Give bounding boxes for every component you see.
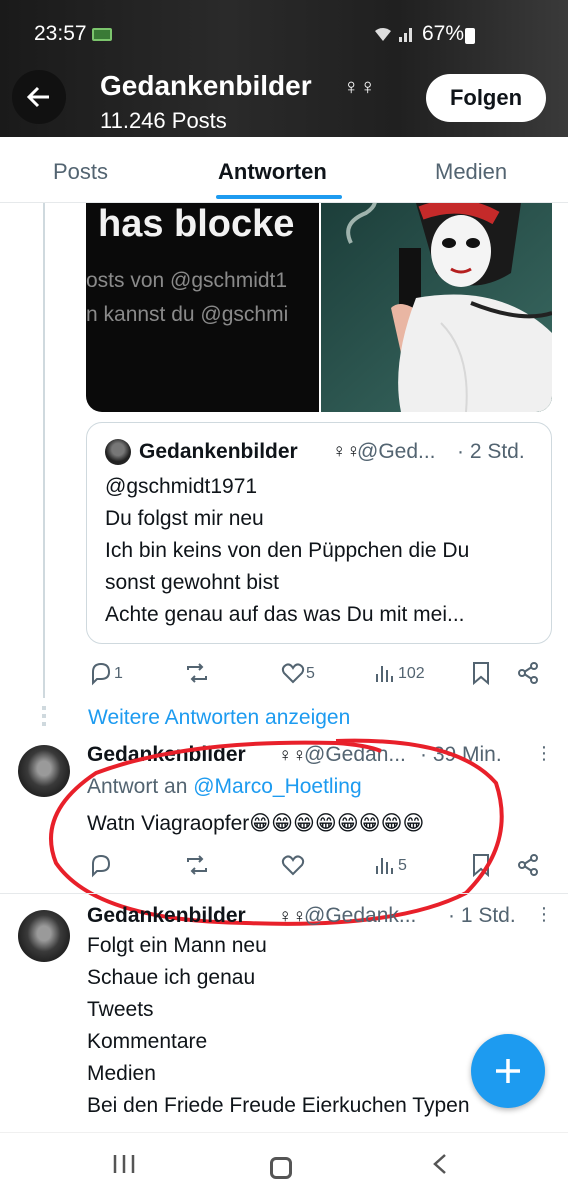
share-icon[interactable] [515,660,541,686]
author-name[interactable]: Gedankenbilder [87,743,246,767]
tweet-text-line: Folgt ein Mann neu [87,934,267,957]
tab-posts[interactable]: Posts [53,159,108,185]
author-handle[interactable]: @Gedank... [304,904,416,928]
reply-to-mention[interactable]: @Marco_Hoetling [193,775,361,798]
thread-dots [42,706,46,730]
profile-tabs: Posts Antworten Medien [0,137,568,203]
follow-button[interactable]: Folgen [426,74,546,122]
status-bar: 23:57 67% [0,0,568,60]
tab-medien[interactable]: Medien [435,159,507,185]
like-count: 5 [306,665,315,682]
media-text-line1: osts von @gschmidt1 [86,269,288,292]
like-icon[interactable] [280,660,306,686]
avatar[interactable] [18,745,70,797]
quoted-timestamp: · 2 Std. [457,440,525,463]
quoted-author-handle: @Ged... [357,440,436,463]
active-tab-indicator [216,195,342,199]
tweet-divider [0,893,568,894]
quoted-text-line: sonst gewohnt bist [105,571,279,594]
battery-percent: 67% [422,22,465,45]
reply-to-prefix: Antwort an [87,775,188,798]
more-options-icon[interactable]: ⋮ [535,904,553,925]
venus-badge-icon: ♀♀ [343,74,376,99]
recents-icon[interactable] [112,1151,136,1177]
retweet-icon[interactable] [184,660,210,686]
tweet-text-line: Medien [87,1062,156,1085]
posts-count: 11.246 Posts [100,108,227,133]
back-button[interactable] [12,70,66,124]
quoted-text-line: @gschmidt1971 [105,475,258,498]
more-options-icon[interactable]: ⋮ [535,743,553,764]
views-count: 102 [398,665,425,682]
compose-button[interactable] [471,1034,545,1108]
quoted-author-name: Gedankenbilder [139,440,298,463]
quoted-tweet[interactable]: Gedankenbilder ♀♀ @Ged... · 2 Std. @gsch… [86,422,552,644]
tweet-text: Watn Viagraopfer😁😁😁😁😁😁😁😁 [87,812,425,835]
back-chevron-icon[interactable] [430,1151,450,1177]
home-icon[interactable] [270,1157,292,1179]
venus-badge-icon: ♀♀ [278,906,307,927]
author-handle[interactable]: @Gedan... [304,743,406,767]
retweet-icon[interactable] [184,852,210,878]
avatar [105,439,131,465]
reply-icon[interactable] [88,660,114,686]
media-image-blocked-screenshot[interactable]: has blocke osts von @gschmidt1 n kannst … [86,203,319,412]
plus-icon [496,1059,520,1083]
quoted-text-line: Ich bin keins von den Püppchen die Du [105,539,470,562]
battery-saver-icon [92,28,112,41]
battery-icon [465,28,475,44]
timestamp: · 39 Min. [420,743,502,766]
views-count: 5 [398,857,407,874]
venus-badge-icon: ♀♀ [278,745,307,766]
android-nav-bar [0,1132,568,1199]
reply-to-line: Antwort an @Marco_Hoetling [87,775,362,799]
status-time: 23:57 [34,22,87,45]
tweet-text-line: Tweets [87,998,154,1021]
author-name[interactable]: Gedankenbilder [87,904,246,928]
thread-connector [43,203,45,698]
tweet-text-line: Kommentare [87,1030,208,1053]
media-image-cartoon[interactable] [321,203,552,412]
avatar[interactable] [18,910,70,962]
quoted-text-line: Achte genau auf das was Du mit mei... [105,603,465,626]
tweet-text-line: Bei den Friede Freude Eierkuchen Typen [87,1094,470,1117]
tab-antworten[interactable]: Antworten [218,159,327,185]
signal-icon [398,25,414,47]
media-text-line2: n kannst du @gschmi [86,303,289,326]
views-icon[interactable] [372,852,398,878]
profile-header-banner: 23:57 67% Gedankenbilder ♀♀ 11.246 Posts… [0,0,568,137]
media-text-big: has blocke [98,203,295,245]
profile-name: Gedankenbilder [100,70,312,101]
timestamp: · 1 Std. [448,904,516,927]
quoted-text-line: Du folgst mir neu [105,507,264,530]
arrow-left-icon [26,86,49,108]
reply-count: 1 [114,665,123,682]
bookmark-icon[interactable] [468,660,494,686]
share-icon[interactable] [515,852,541,878]
reply-icon[interactable] [88,852,114,878]
like-icon[interactable] [280,852,306,878]
views-icon[interactable] [372,660,398,686]
show-more-replies-link[interactable]: Weitere Antworten anzeigen [88,706,350,730]
bookmark-icon[interactable] [468,852,494,878]
wifi-icon [372,25,394,47]
tweet-text-line: Schaue ich genau [87,966,256,989]
